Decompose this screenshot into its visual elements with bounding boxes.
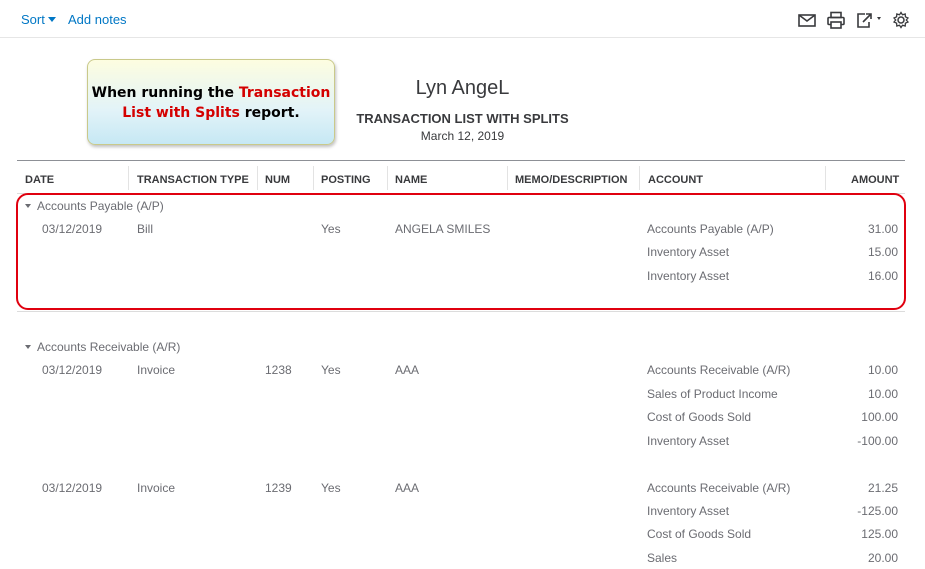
sort-dropdown[interactable]: Sort [21,12,56,27]
col-header-account[interactable]: ACCOUNT [648,174,703,186]
cell-account: Accounts Receivable (A/R) [647,481,791,495]
cell-account: Sales [647,551,678,565]
sort-label: Sort [21,12,45,27]
collapse-triangle-icon[interactable] [25,345,31,349]
group-divider [17,311,905,312]
cell-num: 1239 [265,481,292,495]
cell-amount: 125.00 [861,527,898,541]
column-divider [313,166,314,190]
company-name: Lyn AngeL [415,77,510,99]
group-name: Accounts Receivable (A/R) [37,340,181,354]
col-header-date[interactable]: DATE [25,174,54,186]
cell-amount: -100.00 [857,434,898,448]
report-title: TRANSACTION LIST WITH SPLITS [356,111,569,126]
cell-date: 03/12/2019 [42,481,103,495]
cell-type[interactable]: Invoice [137,481,175,495]
add-notes-link[interactable]: Add notes [68,12,127,27]
header-rule [17,160,905,161]
col-header-name[interactable]: NAME [395,174,427,186]
column-divider [128,166,129,190]
column-divider [639,166,640,190]
cell-account: Cost of Goods Sold [647,527,752,541]
cell-account: Inventory Asset [647,504,730,518]
col-header-transaction-type[interactable]: TRANSACTION TYPE [137,174,249,186]
cell-type[interactable]: Invoice [137,363,175,377]
email-icon[interactable] [797,11,817,29]
cell-amount: 10.00 [867,387,898,401]
cell-name: AAA [395,481,420,495]
cell-amount: 21.25 [867,481,898,495]
export-icon[interactable] [855,11,885,29]
cell-posting: Yes [321,481,341,495]
group-header-accounts-receivable[interactable]: Accounts Receivable (A/R) [25,340,180,354]
column-divider [825,166,826,190]
report-toolbar: Sort Add notes [0,0,925,38]
cell-account: Inventory Asset [647,434,730,448]
column-divider [507,166,508,190]
col-header-num[interactable]: NUM [265,174,290,186]
cell-date: 03/12/2019 [42,363,103,377]
cell-account: Sales of Product Income [647,387,778,401]
col-header-amount[interactable]: AMOUNT [851,174,899,186]
print-icon[interactable] [826,11,846,29]
column-divider [257,166,258,190]
cell-amount: 20.00 [867,551,898,565]
cell-posting: Yes [321,363,341,377]
gear-icon[interactable] [891,11,911,29]
cell-account: Accounts Receivable (A/R) [647,363,791,377]
col-header-memo[interactable]: MEMO/DESCRIPTION [515,174,627,186]
column-divider [387,166,388,190]
cell-account: Cost of Goods Sold [647,410,752,424]
cell-amount: 100.00 [861,410,898,424]
cell-amount: -125.00 [857,504,898,518]
highlight-box [16,193,906,310]
cell-num: 1238 [265,363,292,377]
chevron-down-icon [47,17,56,22]
cell-name: AAA [395,363,420,377]
col-header-posting[interactable]: POSTING [321,174,371,186]
cell-amount: 10.00 [867,363,898,377]
report-date: March 12, 2019 [420,129,505,143]
